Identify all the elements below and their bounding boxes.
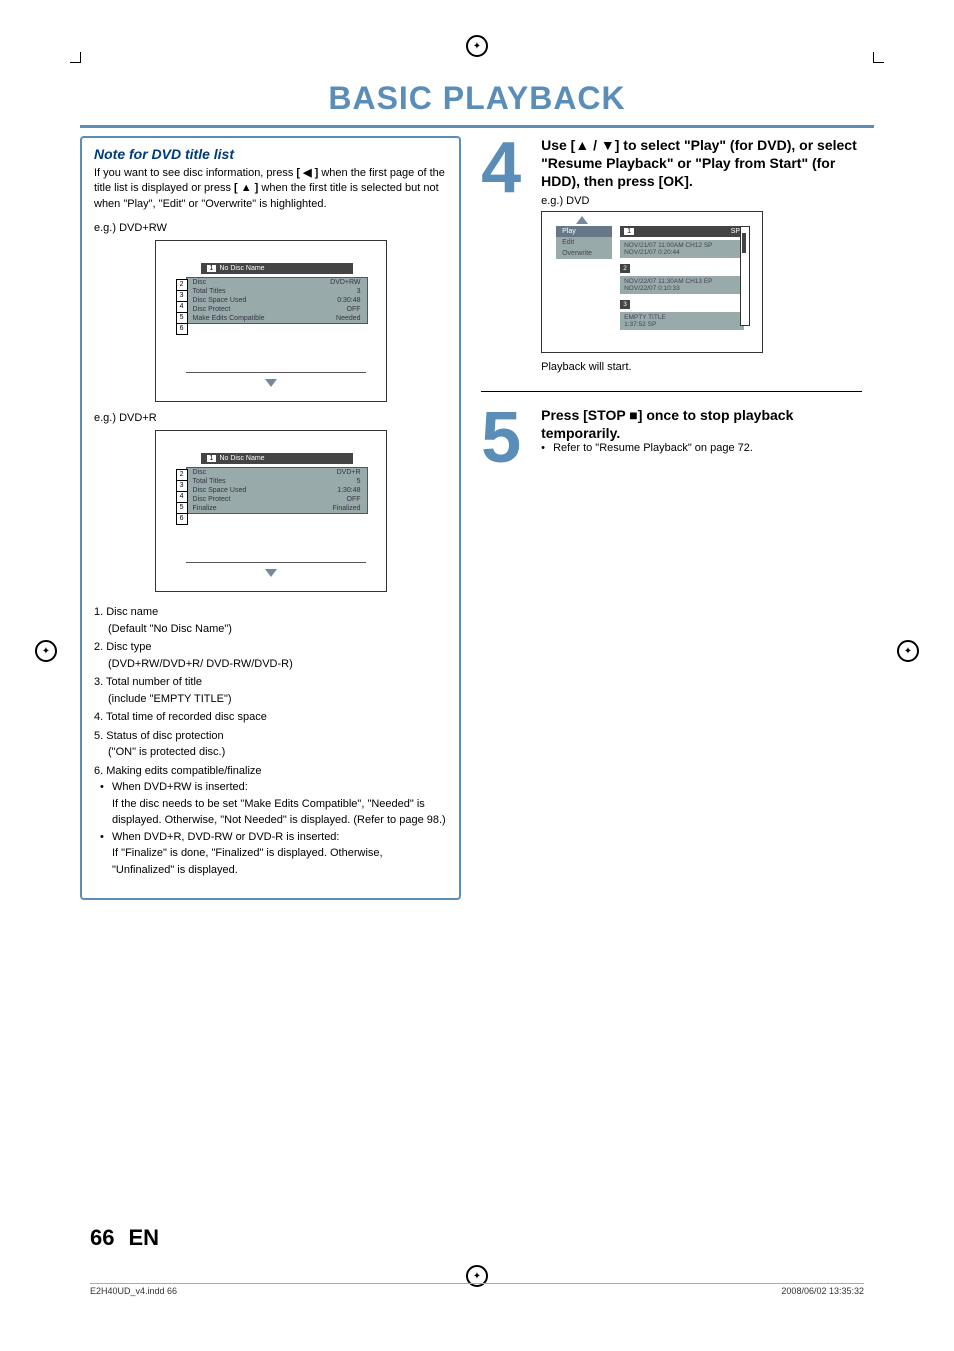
divider (80, 125, 874, 128)
crop-mark-icon (70, 52, 81, 63)
title-entry: NOV/22/07 11:30AM CH13 EP NOV/22/07 0:10… (620, 276, 744, 294)
title-entry: NOV/21/07 11:00AM CH12 SP NOV/21/07 0:20… (620, 240, 744, 258)
disc-info-panel-r: 1No Disc Name DiscDVD+R Total Titles5 Di… (155, 430, 387, 592)
page-title: BASIC PLAYBACK (80, 80, 874, 117)
title-number: 3 (620, 300, 630, 309)
side-menu: Play Edit Overwrite (556, 226, 612, 259)
title-number: 2 (620, 264, 630, 273)
note-heading: Note for DVD title list (94, 146, 447, 162)
step-number: 5 (481, 406, 541, 471)
title-entry: EMPTY TITLE 1:37:52 SP (620, 312, 744, 330)
step-number: 4 (481, 136, 541, 373)
panel-header: 1No Disc Name (201, 453, 353, 464)
example-label: e.g.) DVD+RW (94, 222, 447, 234)
step-5: 5 Press [STOP ■] once to stop playback t… (481, 406, 862, 471)
panel-table: DiscDVD+RW Total Titles3 Disc Space Used… (186, 277, 368, 324)
step-4: 4 Use [▲ / ▼] to select "Play" (for DVD)… (481, 136, 862, 373)
panel-header: 1No Disc Name (201, 263, 353, 274)
note-box: Note for DVD title list If you want to s… (80, 136, 461, 900)
print-footer: E2H40UD_v4.indd 66 2008/06/02 13:35:32 (90, 1283, 864, 1296)
registration-mark-icon (897, 640, 919, 662)
left-column: Note for DVD title list If you want to s… (80, 136, 461, 910)
callout-marker: 6 (176, 513, 188, 525)
crop-mark-icon (873, 52, 884, 63)
page-number: 66EN (90, 1225, 159, 1251)
example-label: e.g.) DVD (541, 195, 862, 207)
callout-marker: 6 (176, 323, 188, 335)
registration-mark-icon (35, 640, 57, 662)
panel-table: DiscDVD+R Total Titles5 Disc Space Used1… (186, 467, 368, 514)
up-arrow-icon: [ ▲ ] (234, 182, 258, 194)
step-heading: Press [STOP ■] once to stop playback tem… (541, 406, 862, 442)
right-column: 4 Use [▲ / ▼] to select "Play" (for DVD)… (481, 136, 862, 910)
step-heading: Use [▲ / ▼] to select "Play" (for DVD), … (541, 136, 862, 191)
disc-info-panel-rw: 1No Disc Name DiscDVD+RW Total Titles3 D… (155, 240, 387, 402)
up-arrow-icon (576, 216, 588, 224)
registration-mark-icon (466, 35, 488, 57)
scrollbar (740, 226, 750, 326)
down-arrow-icon (265, 379, 277, 387)
panel-header: 1SP (620, 226, 744, 237)
legend-list: 1. Disc name(Default "No Disc Name") 2. … (94, 604, 447, 878)
left-arrow-icon: [ ◀ ] (296, 167, 318, 179)
title-list-panel: Play Edit Overwrite 1SP NOV/21/07 11:00A… (541, 211, 763, 353)
step-note: Playback will start. (541, 361, 862, 373)
step-bullet: Refer to "Resume Playback" on page 72. (541, 442, 862, 454)
example-label: e.g.) DVD+R (94, 412, 447, 424)
divider (481, 391, 862, 392)
note-body: If you want to see disc information, pre… (94, 166, 447, 212)
down-arrow-icon (265, 569, 277, 577)
